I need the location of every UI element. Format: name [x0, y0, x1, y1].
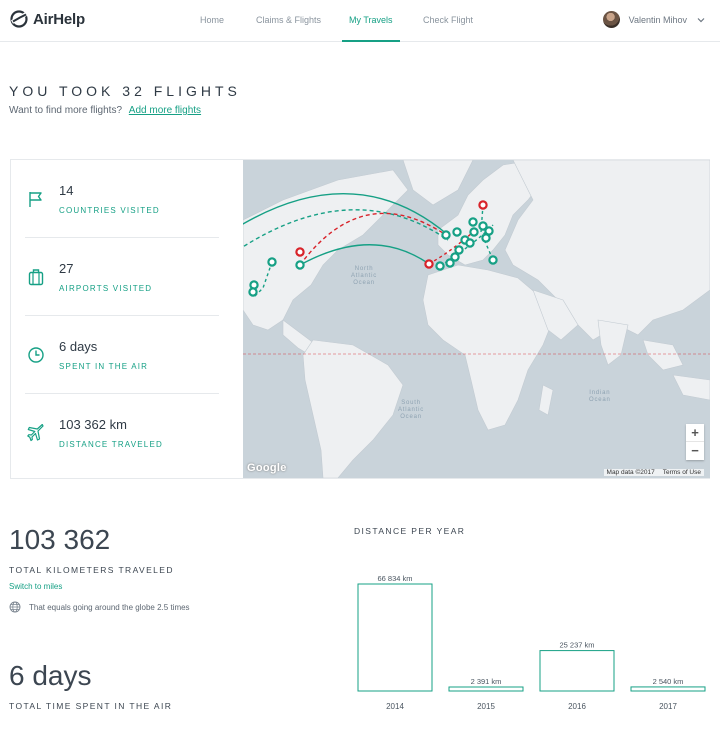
airport-marker	[469, 227, 479, 237]
flag-icon	[29, 192, 42, 207]
luggage-icon	[28, 269, 44, 286]
nav-claims-flights[interactable]: Claims & Flights	[256, 0, 321, 42]
user-menu[interactable]: Valentin Mihov	[602, 11, 706, 28]
landmass	[243, 160, 710, 478]
airport-marker	[441, 230, 451, 240]
bar-2016[interactable]	[539, 650, 615, 692]
plane-icon	[27, 424, 44, 442]
globe-comparison-text: That equals going around the globe 2.5 t…	[29, 602, 190, 612]
stat-distance: 103 362 km DISTANCE TRAVELED	[25, 394, 219, 472]
bar-value-label: 66 834 km	[377, 574, 412, 583]
travel-summary-panel: 14 COUNTRIES VISITED 27 AIRPORTS VISITED…	[10, 159, 710, 479]
stat-value: 14	[59, 183, 74, 198]
stat-label: DISTANCE TRAVELED	[59, 440, 163, 449]
globe-icon	[9, 601, 21, 613]
zoom-in-button[interactable]: +	[686, 424, 704, 442]
user-name: Valentin Mihov	[628, 14, 687, 25]
map-canvas	[243, 160, 710, 478]
year-tick-label: 2016	[568, 702, 586, 711]
airport-marker	[454, 245, 464, 255]
airport-marker	[295, 260, 305, 270]
nav-home[interactable]: Home	[200, 0, 224, 42]
stat-label: SPENT IN THE AIR	[59, 362, 149, 371]
bar-2015[interactable]	[448, 686, 524, 692]
airhelp-logo-icon	[10, 10, 28, 28]
page-title: YOU TOOK 32 FLIGHTS	[9, 83, 241, 99]
airhelp-logo[interactable]: AirHelp	[9, 9, 85, 29]
airport-marker	[424, 259, 434, 269]
airport-marker	[481, 233, 491, 243]
year-tick-label: 2017	[659, 702, 677, 711]
stat-value: 103 362 km	[59, 417, 127, 432]
stat-value: 27	[59, 261, 74, 276]
stat-airports: 27 AIRPORTS VISITED	[25, 238, 219, 316]
stats-list: 14 COUNTRIES VISITED 27 AIRPORTS VISITED…	[11, 160, 243, 478]
globe-comparison: That equals going around the globe 2.5 t…	[9, 601, 190, 613]
total-distance-value: 103 362	[9, 524, 111, 555]
stat-time-in-air: 6 days SPENT IN THE AIR	[25, 316, 219, 394]
map-data-text: Map data ©2017	[606, 469, 655, 476]
add-more-flights-link[interactable]: Add more flights	[129, 105, 201, 116]
airport-marker	[488, 255, 498, 265]
airport-marker	[465, 238, 475, 248]
bar-value-label: 2 540 km	[653, 677, 684, 686]
stat-value: 6 days	[59, 339, 98, 354]
bar-value-label: 2 391 km	[471, 677, 502, 686]
zoom-out-button[interactable]: −	[686, 442, 704, 460]
total-distance-label: TOTAL KILOMETERS TRAVELED	[9, 565, 174, 575]
airport-marker	[468, 217, 478, 227]
stat-label: COUNTRIES VISITED	[59, 206, 160, 215]
airport-marker	[445, 258, 455, 268]
map-attribution: Map data ©2017 Terms of Use	[603, 469, 704, 476]
year-tick-label: 2014	[386, 702, 404, 711]
total-time-label: TOTAL TIME SPENT IN THE AIR	[9, 701, 173, 711]
airport-marker	[435, 261, 445, 271]
zoom-controls: + −	[686, 424, 704, 460]
subtitle: Want to find more flights? Add more flig…	[9, 105, 201, 116]
google-logo[interactable]: Google	[247, 462, 287, 474]
airport-marker	[295, 247, 305, 257]
subtitle-text: Want to find more flights?	[9, 105, 123, 116]
stat-countries: 14 COUNTRIES VISITED	[25, 160, 219, 238]
airport-marker	[248, 287, 258, 297]
year-tick-label: 2015	[477, 702, 495, 711]
total-time-value: 6 days	[9, 660, 92, 691]
chevron-down-icon	[697, 17, 705, 22]
avatar	[602, 11, 620, 28]
switch-to-miles-link[interactable]: Switch to miles	[9, 582, 62, 591]
ocean-label-indian: Indian Ocean	[589, 390, 611, 403]
stat-label: AIRPORTS VISITED	[59, 284, 153, 293]
bar-value-label: 25 237 km	[559, 641, 594, 650]
terms-of-use-link[interactable]: Terms of Use	[663, 469, 701, 476]
distance-per-year-chart: 66 834 km 2014 2 391 km 2015 25 237 km 2016 2 …	[357, 574, 706, 711]
clock-icon	[28, 347, 44, 363]
airport-marker	[267, 257, 277, 267]
nav-my-travels[interactable]: My Travels	[342, 0, 400, 42]
bar-2017[interactable]	[630, 686, 706, 692]
ocean-label-south-atlantic: South Atlantic Ocean	[398, 400, 425, 420]
top-navbar: AirHelp Home Claims & Flights My Travels…	[0, 0, 720, 42]
nav-check-flight[interactable]: Check Flight	[423, 0, 473, 42]
brand-name: AirHelp	[33, 10, 85, 28]
chart-title: DISTANCE PER YEAR	[354, 526, 466, 536]
bar-2014[interactable]	[357, 583, 433, 692]
airport-marker	[452, 227, 462, 237]
airport-marker	[478, 200, 488, 210]
ocean-label-north-atlantic: North Atlantic Ocean	[351, 266, 378, 286]
flight-map[interactable]: North Atlantic Ocean South Atlantic Ocea…	[243, 160, 710, 478]
